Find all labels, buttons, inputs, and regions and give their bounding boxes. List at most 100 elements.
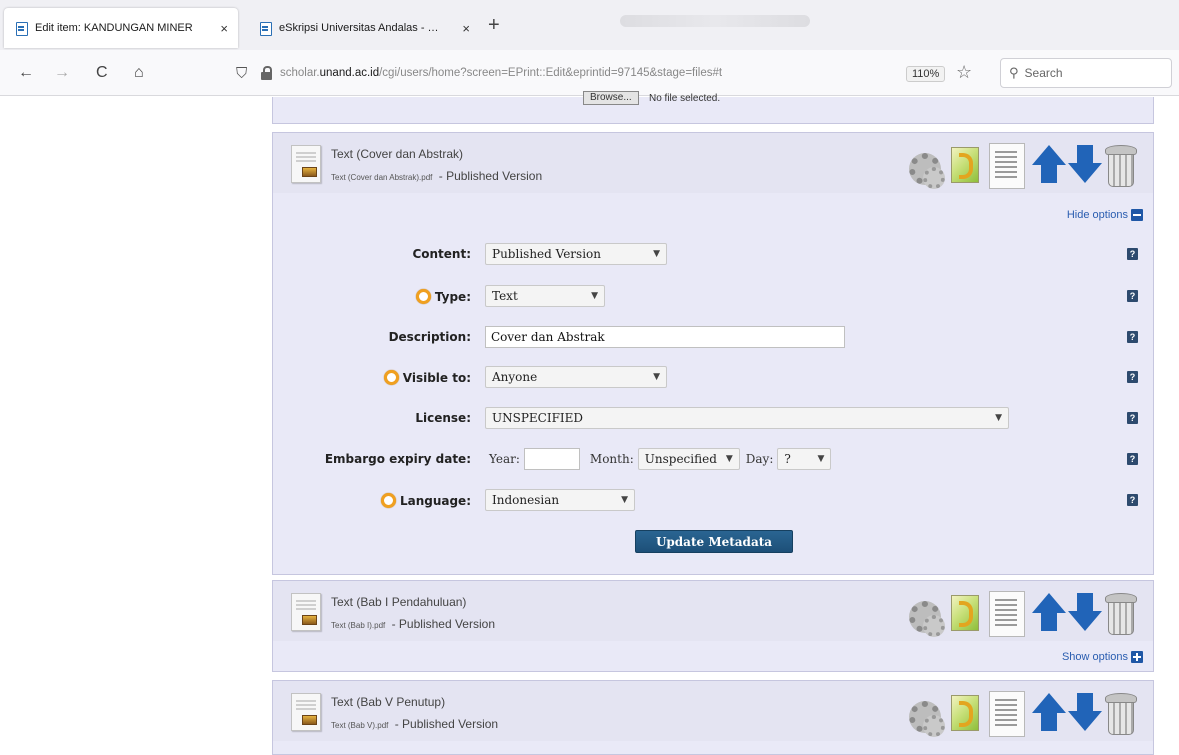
- file-details-icon[interactable]: [987, 591, 1027, 637]
- replace-file-icon[interactable]: [945, 591, 985, 635]
- back-button[interactable]: ←: [18, 64, 34, 82]
- new-tab-button[interactable]: +: [488, 14, 500, 37]
- replace-file-icon[interactable]: [945, 143, 985, 187]
- convert-gear-icon[interactable]: [905, 691, 945, 737]
- document-panel-bab-i: Text (Bab I Pendahuluan) Text (Bab I).pd…: [272, 580, 1154, 672]
- pdf-file-icon[interactable]: [291, 593, 321, 631]
- move-down-arrow-icon[interactable]: [1067, 143, 1107, 187]
- document-actions: [905, 591, 1137, 637]
- type-select[interactable]: Text ▼: [485, 285, 605, 307]
- delete-trash-icon[interactable]: [1103, 591, 1137, 635]
- search-placeholder: Search: [1024, 66, 1063, 80]
- document-filename[interactable]: Text (Bab I).pdf: [331, 621, 385, 630]
- upload-panel: Browse... No file selected.: [272, 91, 1154, 124]
- reload-button[interactable]: C: [96, 64, 108, 82]
- update-metadata-button[interactable]: Update Metadata: [635, 530, 793, 553]
- zoom-level[interactable]: 110%: [906, 66, 946, 82]
- help-icon[interactable]: ?: [1127, 412, 1138, 424]
- search-input[interactable]: ⚲ Search: [1000, 58, 1172, 88]
- document-icon: [258, 21, 272, 36]
- chevron-down-icon: ▼: [995, 413, 1002, 423]
- language-field-wrap: Indonesian ▼: [485, 489, 635, 511]
- help-icon[interactable]: ?: [1127, 494, 1138, 506]
- tab-title: Edit item: KANDUNGAN MINER: [35, 22, 193, 34]
- minus-icon: [1131, 209, 1143, 221]
- delete-trash-icon[interactable]: [1103, 143, 1137, 187]
- required-ring-icon: [383, 370, 399, 385]
- move-up-arrow-icon[interactable]: [1031, 691, 1071, 735]
- forward-button[interactable]: →: [54, 64, 70, 82]
- show-options-link[interactable]: Show options: [1062, 651, 1143, 663]
- type-value: Text: [492, 289, 518, 303]
- help-icon[interactable]: ?: [1127, 371, 1138, 383]
- close-icon[interactable]: ×: [220, 21, 228, 36]
- chevron-down-icon: ▼: [653, 249, 660, 259]
- document-filename[interactable]: Text (Bab V).pdf: [331, 721, 388, 730]
- document-subtitle: Text (Bab I).pdf - Published Version: [331, 617, 495, 631]
- description-row: Description: Cover dan Abstrak ?: [273, 326, 1153, 348]
- tab-eskripsi[interactable]: eSkripsi Universitas Andalas - … ×: [248, 8, 480, 48]
- blurred-region: [620, 15, 810, 27]
- visible-label-wrap: Visible to:: [383, 370, 471, 385]
- document-filename[interactable]: Text (Cover dan Abstrak).pdf: [331, 173, 432, 182]
- day-select[interactable]: ? ▼: [777, 448, 832, 470]
- type-row: Type: Text ▼ ?: [273, 285, 1153, 307]
- browser-tab-bar: Edit item: KANDUNGAN MINER × eSkripsi Un…: [0, 0, 1179, 50]
- day-label: Day:: [745, 452, 774, 466]
- url-host: unand.ac.id: [319, 67, 380, 79]
- file-details-icon[interactable]: [987, 691, 1027, 737]
- license-label: License:: [415, 411, 471, 425]
- document-panel-bab-v: Text (Bab V Penutup) Text (Bab V).pdf - …: [272, 680, 1154, 755]
- browse-button[interactable]: Browse...: [583, 91, 639, 105]
- document-version: - Published Version: [391, 617, 495, 631]
- month-select[interactable]: Unspecified ▼: [637, 448, 740, 470]
- move-up-arrow-icon[interactable]: [1031, 591, 1071, 635]
- language-value: Indonesian: [492, 493, 560, 507]
- document-icon: [14, 21, 28, 36]
- help-icon[interactable]: ?: [1127, 331, 1138, 343]
- hide-options-label: Hide options: [1066, 209, 1128, 221]
- document-version: - Published Version: [438, 169, 543, 183]
- move-up-arrow-icon[interactable]: [1031, 143, 1071, 187]
- delete-trash-icon[interactable]: [1103, 691, 1137, 735]
- hide-options-link[interactable]: Hide options: [1067, 209, 1143, 221]
- required-ring-icon: [380, 493, 396, 508]
- replace-file-icon[interactable]: [945, 691, 985, 735]
- visible-select[interactable]: Anyone ▼: [485, 366, 667, 388]
- address-bar[interactable]: ⛉ scholar. unand.ac.id /cgi/users/home?s…: [236, 57, 896, 89]
- content-row: Content: Published Version ▼ ?: [273, 243, 1153, 265]
- bookmark-star-icon[interactable]: ☆: [956, 62, 972, 83]
- convert-gear-icon[interactable]: [905, 143, 945, 189]
- embargo-field-wrap: Year: Month: Unspecified ▼ Day: ? ▼: [485, 448, 832, 470]
- year-input[interactable]: [523, 448, 580, 470]
- pdf-file-icon[interactable]: [291, 693, 321, 731]
- content-label: Content:: [412, 247, 471, 261]
- pdf-file-icon[interactable]: [291, 145, 321, 183]
- help-icon[interactable]: ?: [1127, 453, 1138, 465]
- file-details-icon[interactable]: [987, 143, 1027, 189]
- shield-icon: ⛉: [236, 64, 248, 82]
- close-icon[interactable]: ×: [462, 21, 470, 36]
- embargo-row: Embargo expiry date: Year: Month: Unspec…: [273, 448, 1153, 470]
- day-value: ?: [784, 452, 791, 466]
- description-label: Description:: [388, 330, 471, 344]
- description-input[interactable]: Cover dan Abstrak: [485, 326, 845, 348]
- no-file-note: No file selected.: [649, 93, 721, 104]
- document-actions: [905, 143, 1137, 189]
- plus-icon: [1131, 651, 1143, 663]
- move-down-arrow-icon[interactable]: [1067, 591, 1107, 635]
- help-icon[interactable]: ?: [1127, 248, 1138, 260]
- convert-gear-icon[interactable]: [905, 591, 945, 637]
- language-label-wrap: Language:: [380, 493, 471, 508]
- chevron-down-icon: ▼: [653, 372, 660, 382]
- month-value: Unspecified: [644, 452, 717, 466]
- license-select[interactable]: UNSPECIFIED ▼: [485, 407, 1009, 429]
- move-down-arrow-icon[interactable]: [1067, 691, 1107, 735]
- home-button[interactable]: ⌂: [134, 64, 144, 82]
- type-label-wrap: Type:: [415, 289, 471, 304]
- tab-edit-item[interactable]: Edit item: KANDUNGAN MINER ×: [4, 8, 238, 48]
- help-icon[interactable]: ?: [1127, 290, 1138, 302]
- chevron-down-icon: ▼: [591, 291, 598, 301]
- language-select[interactable]: Indonesian ▼: [485, 489, 635, 511]
- content-select[interactable]: Published Version ▼: [485, 243, 667, 265]
